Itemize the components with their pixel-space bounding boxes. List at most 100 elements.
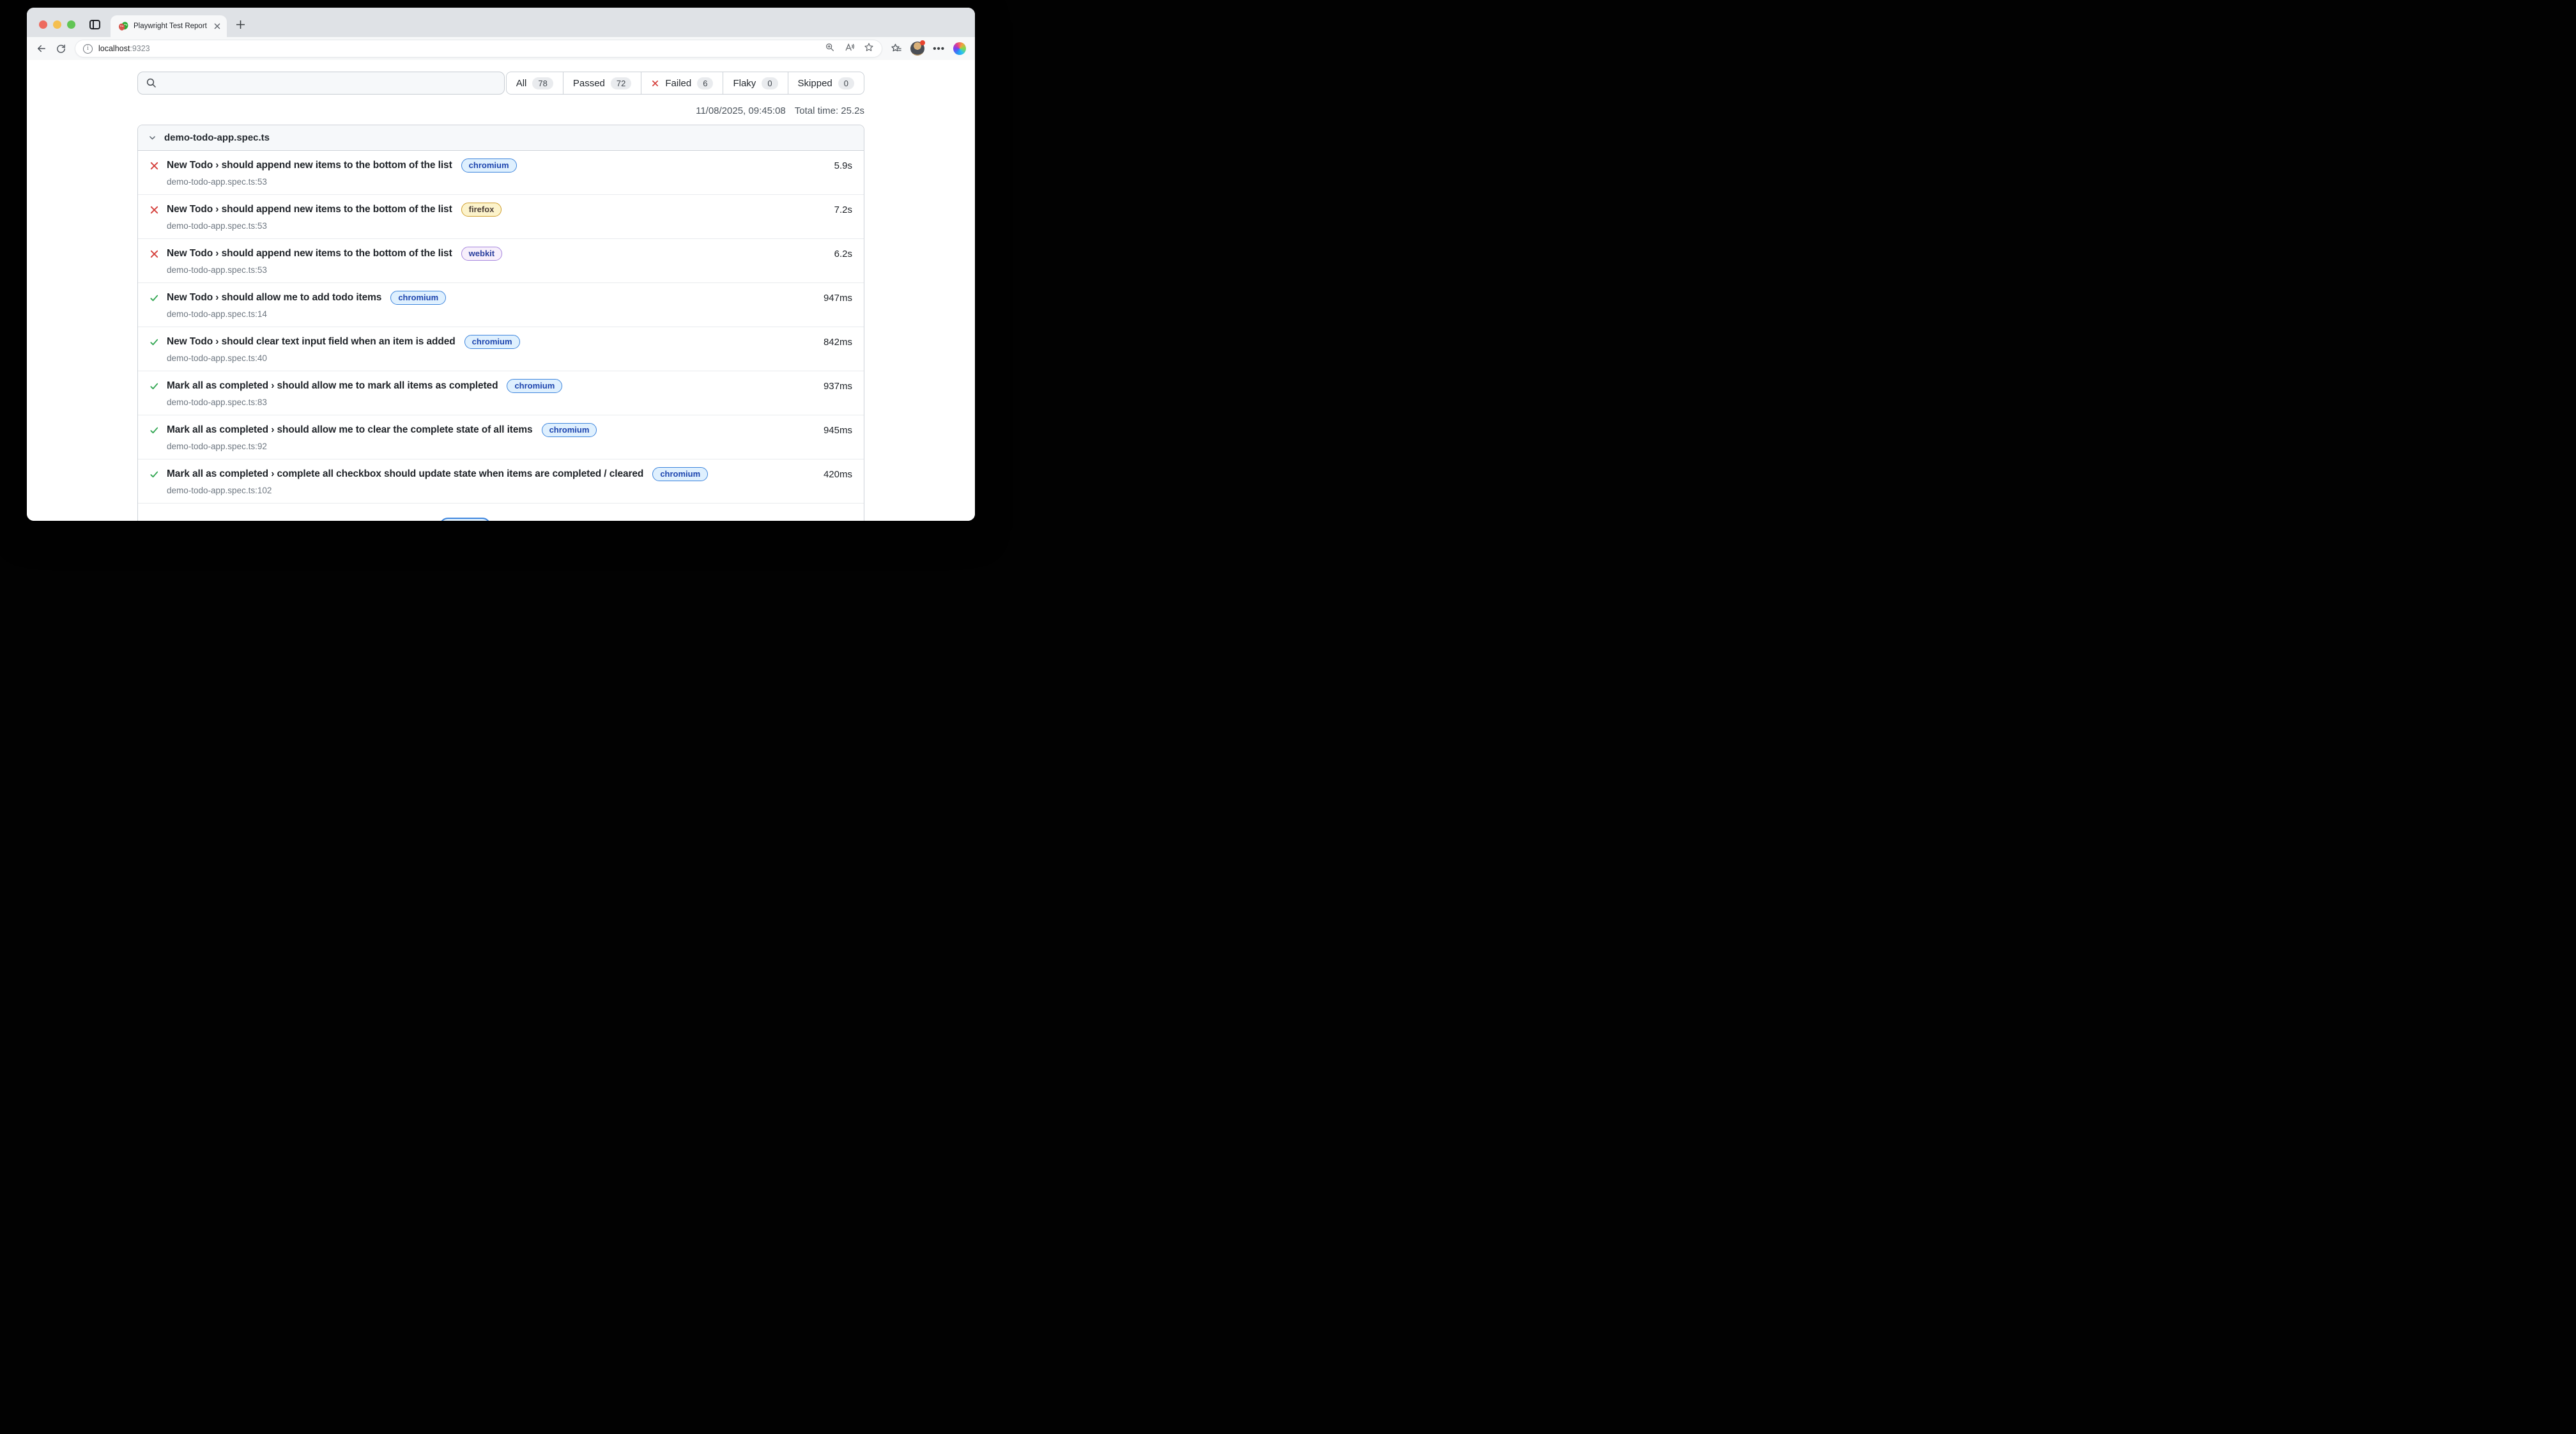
project-badge: chromium [652, 467, 708, 481]
project-badge: firefox [461, 203, 502, 217]
passed-check-icon [150, 337, 159, 347]
filter-label: Flaky [733, 78, 756, 89]
favorite-star-icon[interactable] [864, 42, 874, 56]
filter-tab-skipped[interactable]: Skipped 0 [788, 72, 864, 95]
test-duration: 947ms [824, 293, 852, 304]
copilot-icon[interactable] [953, 42, 966, 55]
passed-check-icon [150, 426, 159, 435]
test-duration: 6.2s [834, 249, 852, 259]
site-info-icon[interactable]: i [83, 44, 93, 54]
test-row[interactable]: New Todo › should append new items to th… [138, 151, 864, 195]
report-page: All 78 Passed 72 Failed 6 Flaky 0 Skippe… [27, 60, 975, 521]
zoom-in-icon[interactable] [825, 42, 835, 56]
filter-count-badge: 0 [838, 77, 854, 89]
filter-tabs: All 78 Passed 72 Failed 6 Flaky 0 Skippe… [506, 72, 864, 95]
search-input[interactable] [137, 72, 505, 95]
new-tab-button[interactable] [236, 20, 245, 29]
total-time: Total time: 25.2s [795, 105, 864, 116]
profile-avatar[interactable] [910, 42, 924, 56]
project-badge-partial [440, 518, 491, 521]
settings-menu-icon[interactable]: ••• [933, 43, 945, 54]
tab-title: Playwright Test Report [134, 22, 209, 30]
failed-x-icon [150, 205, 159, 215]
test-title: New Todo › should append new items to th… [167, 248, 452, 259]
passed-check-icon [150, 293, 159, 303]
read-aloud-icon[interactable] [844, 42, 855, 56]
filter-count-badge: 72 [611, 77, 631, 89]
tab-strip: Playwright Test Report [27, 8, 975, 37]
minimize-window-button[interactable] [53, 20, 61, 29]
test-title: New Todo › should append new items to th… [167, 204, 452, 215]
collections-icon[interactable] [891, 43, 902, 54]
passed-check-icon [150, 470, 159, 479]
test-duration: 7.2s [834, 204, 852, 215]
test-duration: 945ms [824, 425, 852, 436]
chevron-down-icon[interactable] [148, 134, 157, 142]
file-group-header[interactable]: demo-todo-app.spec.ts [138, 125, 864, 151]
filter-tab-all[interactable]: All 78 [506, 72, 564, 95]
test-row[interactable]: New Todo › should clear text input field… [138, 327, 864, 371]
filter-label: Passed [573, 78, 605, 89]
test-title: New Todo › should clear text input field… [167, 336, 456, 348]
test-location[interactable]: demo-todo-app.spec.ts:92 [167, 442, 852, 451]
failed-x-icon [150, 161, 159, 171]
tab-panel-icon[interactable] [89, 20, 100, 29]
tab-close-icon[interactable] [214, 23, 220, 29]
playwright-favicon [118, 21, 128, 31]
project-badge: chromium [507, 379, 562, 393]
browser-tab[interactable]: Playwright Test Report [111, 15, 227, 37]
project-badge: webkit [461, 247, 502, 261]
file-name: demo-todo-app.spec.ts [164, 132, 270, 143]
filter-count-badge: 0 [762, 77, 778, 89]
search-box [137, 72, 505, 95]
test-location[interactable]: demo-todo-app.spec.ts:53 [167, 265, 852, 275]
search-icon [146, 77, 157, 89]
url-bar[interactable]: i localhost:9323 [75, 40, 882, 58]
browser-toolbar: i localhost:9323 ••• [27, 37, 975, 60]
filter-tab-passed[interactable]: Passed 72 [563, 72, 642, 95]
filter-tab-failed[interactable]: Failed 6 [641, 72, 723, 95]
run-timestamp: 11/08/2025, 09:45:08 [696, 105, 786, 116]
back-icon[interactable] [36, 43, 47, 54]
failed-x-icon [150, 249, 159, 259]
project-badge: chromium [542, 423, 597, 437]
filter-count-badge: 6 [697, 77, 713, 89]
run-meta: 11/08/2025, 09:45:08 Total time: 25.2s [137, 105, 864, 116]
test-duration: 420ms [824, 469, 852, 480]
test-rows: New Todo › should append new items to th… [138, 151, 864, 504]
test-location[interactable]: demo-todo-app.spec.ts:53 [167, 177, 852, 187]
test-location[interactable]: demo-todo-app.spec.ts:40 [167, 353, 852, 363]
test-title: Mark all as completed › complete all che… [167, 468, 643, 480]
url-text[interactable]: localhost:9323 [98, 44, 819, 53]
test-title: Mark all as completed › should allow me … [167, 380, 498, 392]
test-row[interactable]: Mark all as completed › should allow me … [138, 415, 864, 459]
zoom-window-button[interactable] [67, 20, 75, 29]
filter-tab-flaky[interactable]: Flaky 0 [723, 72, 788, 95]
project-badge: chromium [390, 291, 446, 305]
browser-window: Playwright Test Report i localhost:9323 [27, 8, 975, 521]
test-location[interactable]: demo-todo-app.spec.ts:14 [167, 309, 852, 319]
test-title: Mark all as completed › should allow me … [167, 424, 533, 436]
test-row[interactable]: New Todo › should append new items to th… [138, 239, 864, 283]
filter-label: All [516, 78, 527, 89]
test-row[interactable]: New Todo › should allow me to add todo i… [138, 283, 864, 327]
test-duration: 937ms [824, 381, 852, 392]
test-duration: 842ms [824, 337, 852, 348]
refresh-icon[interactable] [56, 43, 66, 54]
test-row[interactable]: Mark all as completed › complete all che… [138, 459, 864, 504]
test-row[interactable]: Mark all as completed › should allow me … [138, 371, 864, 415]
test-location[interactable]: demo-todo-app.spec.ts:83 [167, 397, 852, 407]
test-row[interactable]: New Todo › should append new items to th… [138, 195, 864, 239]
failed-x-icon [651, 79, 659, 88]
test-duration: 5.9s [834, 160, 852, 171]
filter-label: Failed [665, 78, 691, 89]
close-window-button[interactable] [39, 20, 47, 29]
project-badge: chromium [464, 335, 520, 349]
test-file-card: demo-todo-app.spec.ts New Todo › should … [137, 125, 864, 521]
project-badge: chromium [461, 158, 517, 173]
test-location[interactable]: demo-todo-app.spec.ts:102 [167, 486, 852, 495]
partial-next-test-row[interactable] [138, 504, 864, 521]
filter-count-badge: 78 [532, 77, 553, 89]
window-controls [39, 20, 75, 29]
test-location[interactable]: demo-todo-app.spec.ts:53 [167, 221, 852, 231]
